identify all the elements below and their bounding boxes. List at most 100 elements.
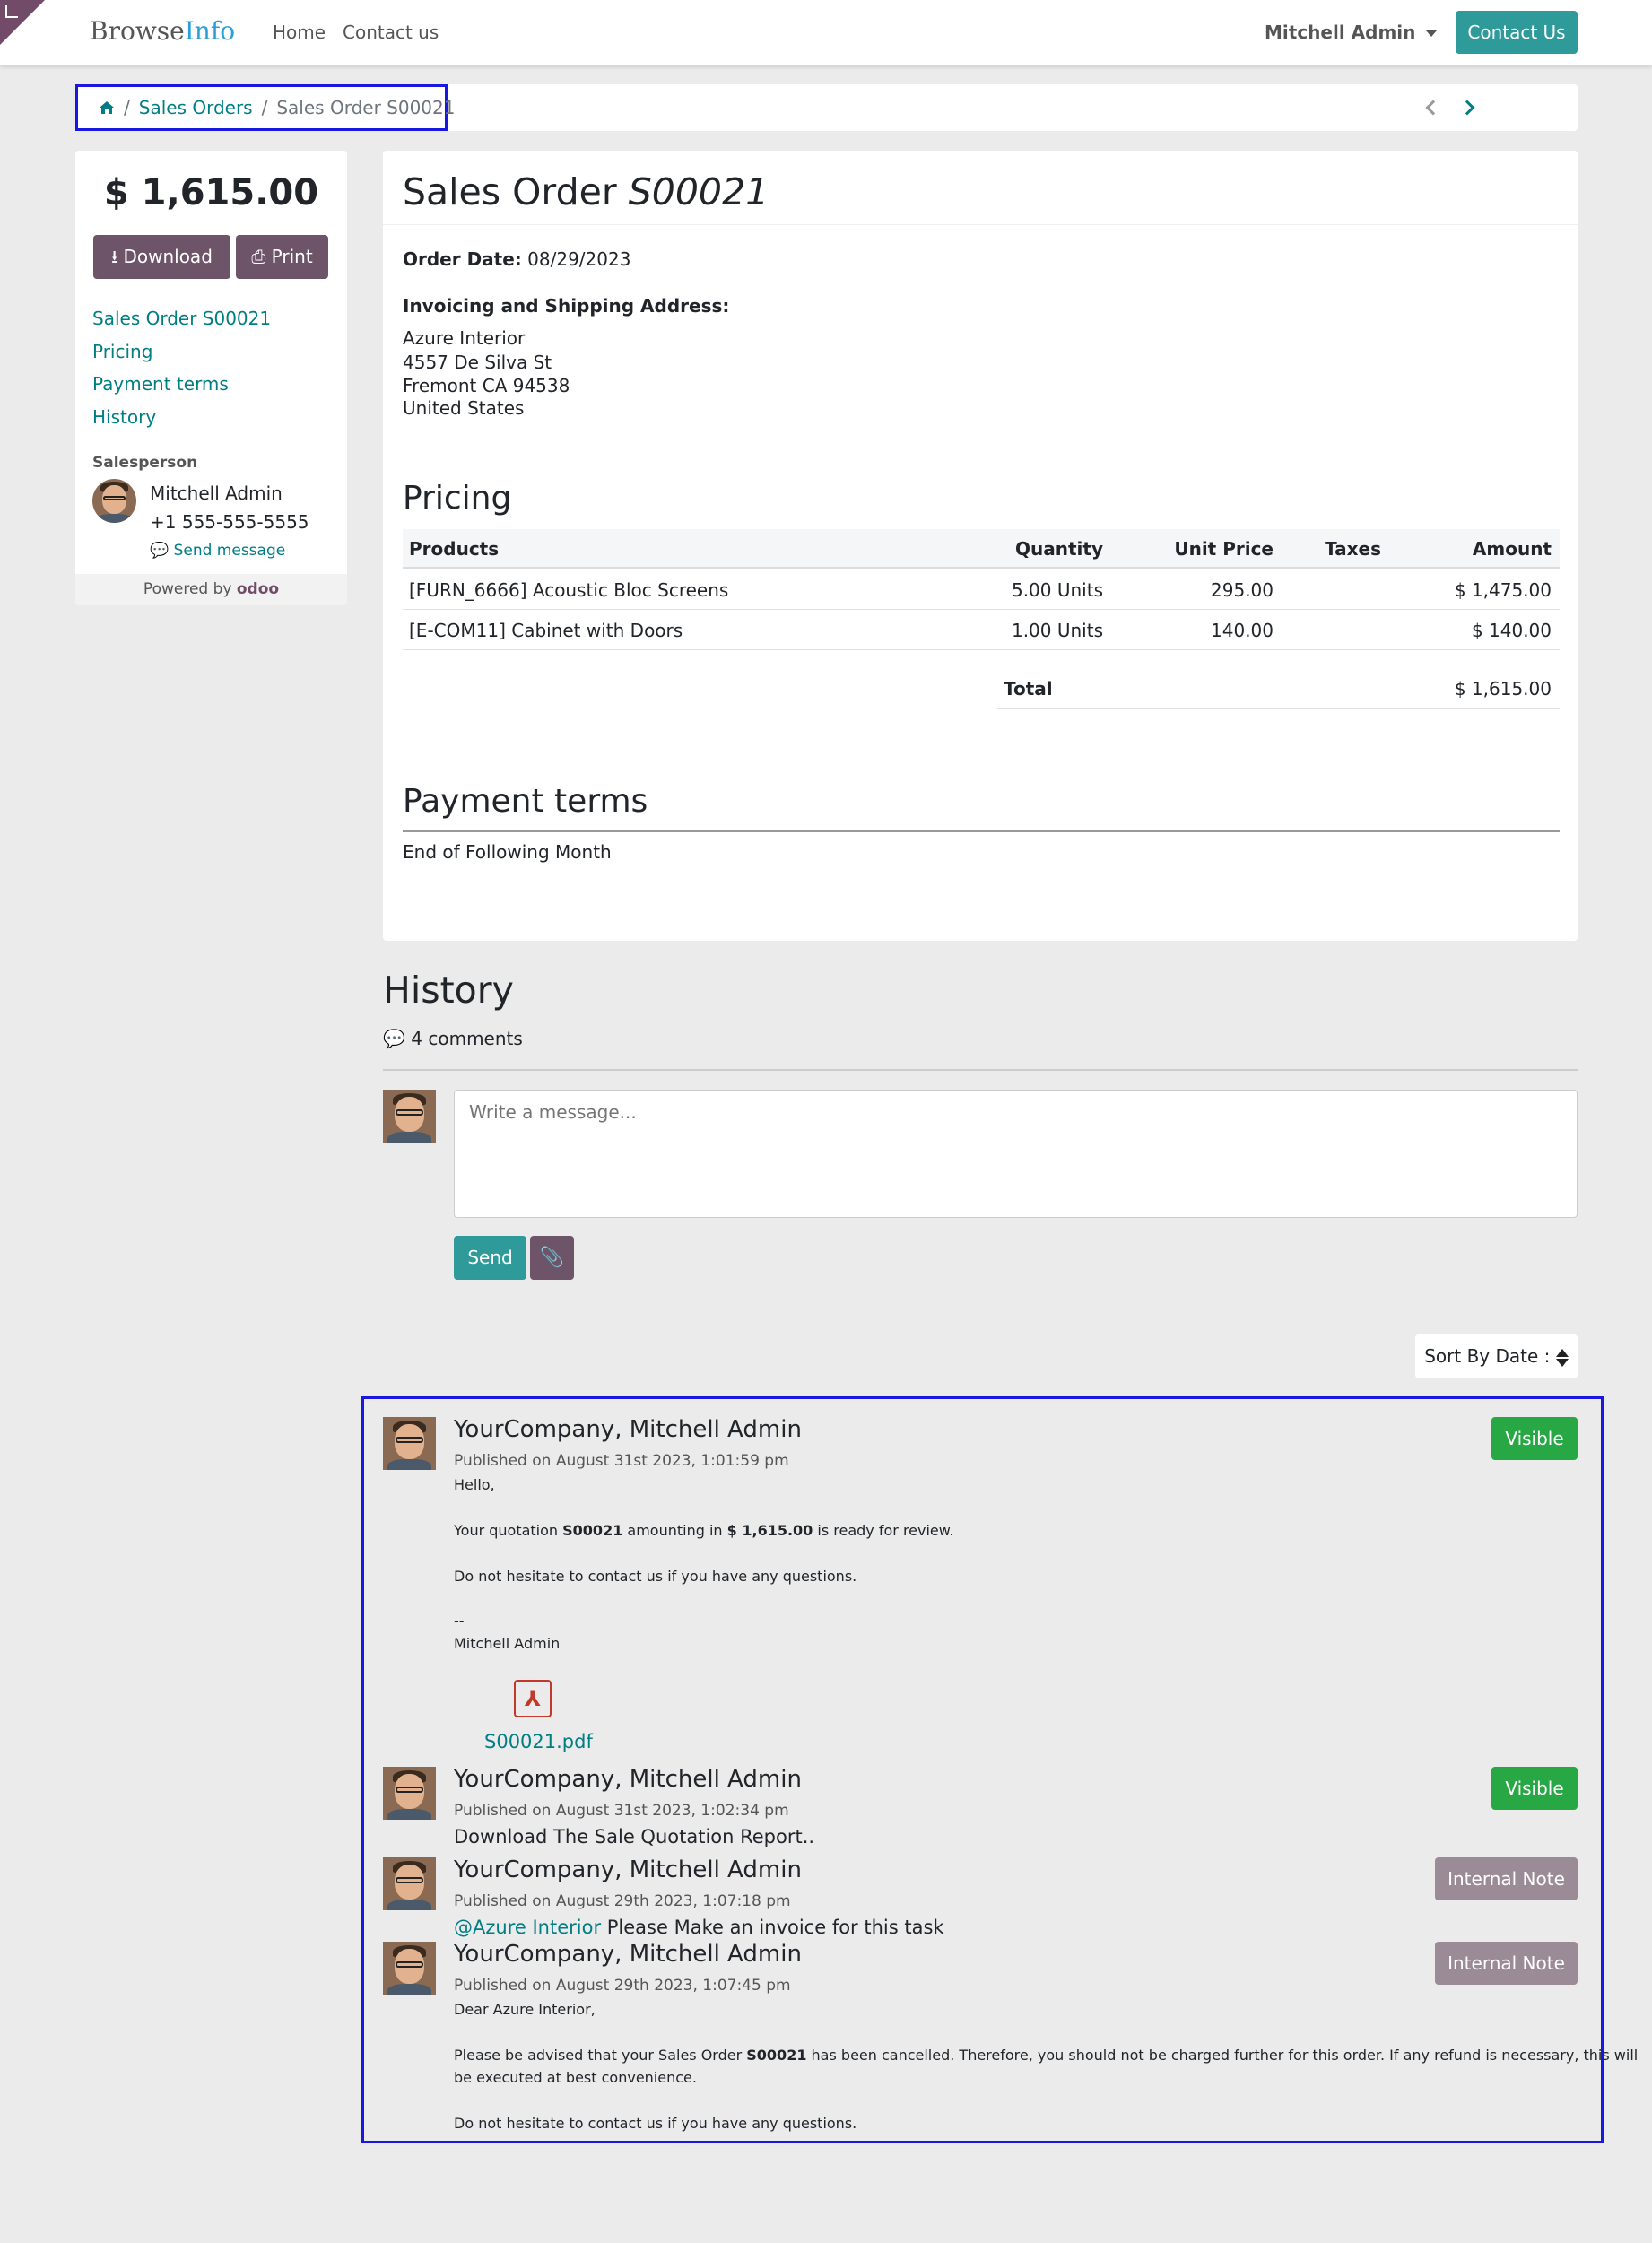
payment-terms-title: Payment terms: [403, 783, 648, 820]
salesperson-name: Mitchell Admin: [150, 483, 283, 504]
attachment-link[interactable]: S00021.pdf: [484, 1731, 593, 1752]
total-divider: [997, 708, 1560, 709]
message-published: Published on August 31st 2023, 1:01:59 p…: [454, 1452, 789, 1470]
row-divider: [403, 609, 1560, 610]
mention-link[interactable]: @Azure Interior: [454, 1917, 601, 1938]
nav-home[interactable]: Home: [273, 22, 326, 43]
send-button[interactable]: Send: [454, 1236, 526, 1280]
message-body-line: Hello,: [454, 1476, 495, 1493]
salesperson-avatar: [92, 479, 136, 523]
row-divider: [403, 649, 1560, 650]
row-amount: $ 1,475.00: [1454, 579, 1552, 601]
message-published: Published on August 29th 2023, 1:07:45 p…: [454, 1977, 791, 1995]
prev-record-button[interactable]: [1422, 97, 1441, 118]
text-part: amounting in: [622, 1522, 727, 1539]
text-part: $ 1,615.00: [726, 1522, 813, 1539]
row-unit-price: 140.00: [1211, 620, 1274, 641]
text-part: Please Make an invoice for this task: [601, 1917, 944, 1938]
pdf-file-icon[interactable]: ⅄: [514, 1680, 552, 1717]
message-author: YourCompany, Mitchell Admin: [454, 1766, 802, 1793]
order-date-label: Order Date:: [403, 248, 522, 270]
salesperson-label: Salesperson: [92, 454, 198, 472]
text-part: S00021: [746, 2047, 807, 2064]
paperclip-icon: 📎: [539, 1247, 565, 1269]
message-author: YourCompany, Mitchell Admin: [454, 1856, 802, 1883]
brand-text-a: Browse: [90, 16, 185, 46]
comment-icon: 💬: [150, 542, 170, 560]
text-part: Your quotation: [454, 1522, 563, 1539]
salesperson-phone: +1 555-555-5555: [150, 511, 309, 533]
text-part: is ready for review.: [813, 1522, 954, 1539]
row-unit-price: 295.00: [1211, 579, 1274, 601]
row-product: [E-COM11] Cabinet with Doors: [409, 620, 683, 641]
order-amount: $ 1,615.00: [103, 172, 319, 213]
user-menu[interactable]: Mitchell Admin: [1265, 22, 1438, 43]
internal-note-badge[interactable]: Internal Note: [1435, 1942, 1578, 1985]
visible-badge[interactable]: Visible: [1491, 1767, 1578, 1810]
address-line: United States: [403, 397, 525, 419]
send-message-link[interactable]: 💬 Send message: [150, 542, 285, 560]
attach-button[interactable]: 📎: [530, 1236, 574, 1280]
message-input[interactable]: [454, 1090, 1578, 1218]
order-date: Order Date: 08/29/2023: [403, 248, 630, 270]
message-body-line: Download The Sale Quotation Report..: [454, 1826, 815, 1847]
comments-label: 4 comments: [411, 1028, 523, 1049]
next-record-button[interactable]: [1459, 97, 1480, 118]
sidebar-link-history[interactable]: History: [92, 406, 156, 428]
breadcrumb-separator: /: [261, 97, 268, 118]
breadcrumb-sales-orders[interactable]: Sales Orders: [139, 97, 253, 118]
row-amount: $ 140.00: [1471, 620, 1552, 641]
page-title: Sales Order S00021: [403, 170, 769, 213]
sidebar-link-pricing[interactable]: Pricing: [92, 341, 152, 362]
sidebar-link-payment-terms[interactable]: Payment terms: [92, 373, 229, 395]
col-products: Products: [409, 538, 500, 560]
col-quantity: Quantity: [1015, 538, 1103, 560]
payment-terms-value: End of Following Month: [403, 841, 612, 863]
visible-badge[interactable]: Visible: [1491, 1417, 1578, 1460]
address-line: Azure Interior: [403, 327, 526, 349]
sort-by-date-button[interactable]: Sort By Date :: [1415, 1334, 1578, 1378]
history-title: History: [383, 969, 514, 1012]
internal-note-badge[interactable]: Internal Note: [1435, 1857, 1578, 1900]
col-taxes: Taxes: [1325, 538, 1381, 560]
comments-icon: 💬: [383, 1028, 405, 1049]
breadcrumb: / Sales Orders / Sales Order S00021: [99, 97, 455, 118]
address-line: Fremont CA 94538: [403, 375, 570, 396]
message-author: YourCompany, Mitchell Admin: [454, 1941, 802, 1968]
powered-by: Powered by odoo: [75, 574, 347, 605]
message-avatar: [383, 1942, 436, 1995]
odoo-logo[interactable]: odoo: [237, 580, 279, 598]
message-published: Published on August 29th 2023, 1:07:18 p…: [454, 1892, 791, 1910]
download-button[interactable]: ⭳ Download: [93, 235, 230, 279]
brand-text-b: Info: [184, 16, 236, 46]
row-quantity: 5.00 Units: [1011, 579, 1103, 601]
download-icon: ⭳: [111, 246, 118, 267]
brand-logo[interactable]: BrowseInfo: [90, 16, 235, 46]
message-body-line: Do not hesitate to contact us if you hav…: [454, 1568, 857, 1585]
text-part: S00021: [562, 1522, 623, 1539]
breadcrumb-current: Sales Order S00021: [276, 97, 456, 118]
print-label: Print: [271, 246, 313, 267]
composer-avatar: [383, 1090, 436, 1143]
send-message-label: Send message: [173, 542, 286, 560]
contact-us-button[interactable]: Contact Us: [1456, 11, 1578, 54]
message-body-line: --: [454, 1613, 465, 1630]
address-line: 4557 De Silva St: [403, 352, 552, 373]
caret-down-icon: [1426, 30, 1438, 37]
message-body-line: Your quotation S00021 amounting in $ 1,6…: [454, 1522, 953, 1539]
message-body-line: Please be advised that your Sales Order …: [454, 2047, 1638, 2064]
home-icon[interactable]: [99, 100, 115, 115]
message-body-line: be executed at best convenience.: [454, 2069, 697, 2086]
row-quantity: 1.00 Units: [1011, 620, 1103, 641]
text-part: Please be advised that your Sales Order: [454, 2047, 747, 2064]
sort-label: Sort By Date :: [1424, 1345, 1551, 1367]
print-icon: ⎙: [251, 246, 266, 267]
title-prefix: Sales Order: [403, 170, 617, 213]
col-amount: Amount: [1472, 538, 1552, 560]
print-button[interactable]: ⎙ Print: [236, 235, 328, 279]
message-body-line: Dear Azure Interior,: [454, 2001, 596, 2018]
title-number: S00021: [628, 170, 769, 213]
nav-contact-us[interactable]: Contact us: [343, 22, 439, 43]
col-unit-price: Unit Price: [1174, 538, 1274, 560]
sidebar-link-sales-order[interactable]: Sales Order S00021: [92, 308, 271, 329]
